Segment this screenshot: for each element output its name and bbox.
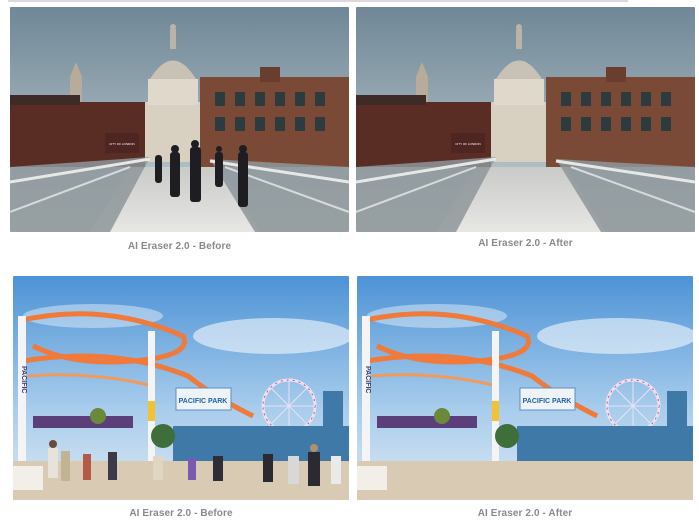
svg-text:PACIFIC PARK: PACIFIC PARK: [523, 398, 572, 405]
caption-pier-after: AI Eraser 2.0 - After: [477, 508, 573, 519]
pier-after-photo: PACIFIC PACIFIC PARK: [357, 276, 693, 500]
pier-before-photo: PACIFIC PACIFIC PARK: [13, 276, 349, 500]
caption-pier-before: AI Eraser 2.0 - Before: [129, 508, 233, 519]
caption-london-after: AI Eraser 2.0 - After: [478, 238, 573, 249]
svg-text:CITY OF LONDON: CITY OF LONDON: [455, 142, 480, 146]
svg-text:PACIFIC: PACIFIC: [20, 366, 27, 393]
svg-text:PACIFIC: PACIFIC: [364, 366, 371, 393]
svg-text:PACIFIC PARK: PACIFIC PARK: [179, 398, 228, 405]
caption-london-before: AI Eraser 2.0 - Before: [127, 241, 232, 252]
london-before-photo: CITY OF LONDON: [10, 7, 349, 232]
london-after-photo: CITY OF LONDON: [356, 7, 695, 232]
top-divider: [8, 0, 628, 2]
svg-text:CITY OF LONDON: CITY OF LONDON: [109, 142, 134, 146]
